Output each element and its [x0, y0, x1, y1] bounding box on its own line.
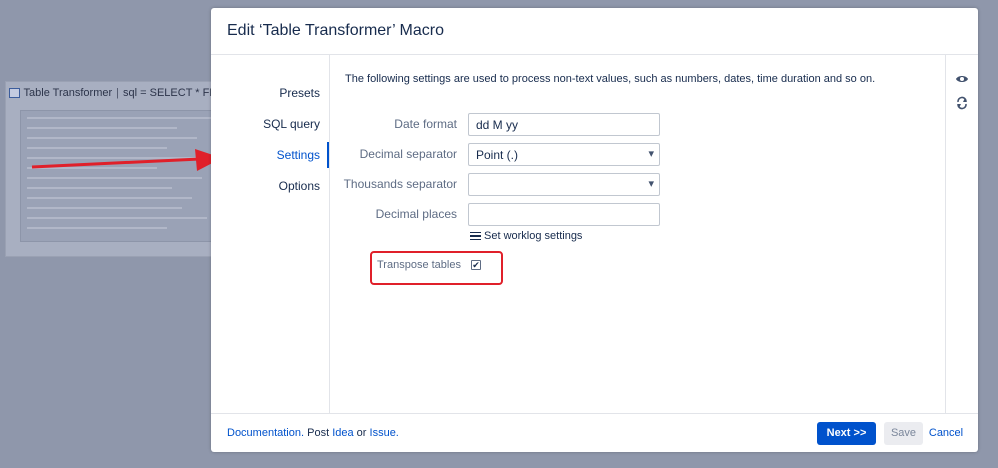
- nav-item-sql-query[interactable]: SQL query: [211, 111, 329, 137]
- background-table-preview: [20, 110, 220, 242]
- date-format-label: Date format: [394, 117, 457, 131]
- decimal-separator-select[interactable]: Point (.): [468, 143, 660, 166]
- transpose-tables-label: Transpose tables: [377, 259, 461, 271]
- settings-intro-text: The following settings are used to proce…: [345, 73, 876, 85]
- menu-icon: [470, 231, 481, 241]
- side-icon-bar: [946, 55, 978, 413]
- eye-icon[interactable]: [955, 72, 969, 86]
- dialog-title: Edit ‘Table Transformer’ Macro: [227, 22, 444, 39]
- refresh-icon[interactable]: [955, 96, 969, 110]
- settings-panel: The following settings are used to proce…: [329, 55, 946, 413]
- macro-dialog: Edit ‘Table Transformer’ Macro Presets S…: [211, 8, 978, 452]
- dialog-footer: Documentation. Post Idea or Issue. Next …: [211, 413, 978, 452]
- decimal-separator-value: Point (.): [476, 148, 519, 162]
- set-worklog-settings-link[interactable]: Set worklog settings: [470, 230, 582, 242]
- transpose-tables-checkbox[interactable]: ✔: [471, 260, 481, 270]
- worklog-label: Set worklog settings: [484, 230, 583, 242]
- background-macro-header: Table Transformer | sql = SELECT * FROM: [9, 84, 235, 102]
- thousands-separator-select[interactable]: [468, 173, 660, 196]
- background-macro-title: Table Transformer: [23, 87, 113, 99]
- documentation-link[interactable]: Documentation.: [227, 427, 304, 439]
- dialog-header: Edit ‘Table Transformer’ Macro: [211, 8, 978, 55]
- next-button[interactable]: Next >>: [817, 422, 876, 445]
- footer-links: Documentation. Post Idea or Issue.: [227, 427, 399, 439]
- nav-item-options[interactable]: Options: [211, 173, 329, 199]
- settings-nav: Presets SQL query Settings Options: [211, 55, 329, 413]
- date-format-input[interactable]: dd M yy: [468, 113, 660, 136]
- idea-link[interactable]: Idea: [332, 427, 353, 439]
- nav-item-presets[interactable]: Presets: [211, 80, 329, 106]
- decimal-separator-label: Decimal separator: [359, 147, 457, 161]
- issue-link[interactable]: Issue.: [370, 427, 399, 439]
- background-separator: |: [116, 87, 120, 99]
- post-text: Post: [307, 427, 330, 439]
- save-button[interactable]: Save: [884, 422, 923, 445]
- annotation-arrow: [31, 149, 222, 171]
- decimal-places-label: Decimal places: [375, 207, 457, 221]
- nav-item-settings[interactable]: Settings: [211, 142, 329, 168]
- thousands-separator-label: Thousands separator: [343, 177, 457, 191]
- decimal-places-input[interactable]: [468, 203, 660, 226]
- macro-icon: [9, 88, 20, 98]
- or-text: or: [356, 427, 367, 439]
- cancel-button[interactable]: Cancel: [928, 422, 964, 445]
